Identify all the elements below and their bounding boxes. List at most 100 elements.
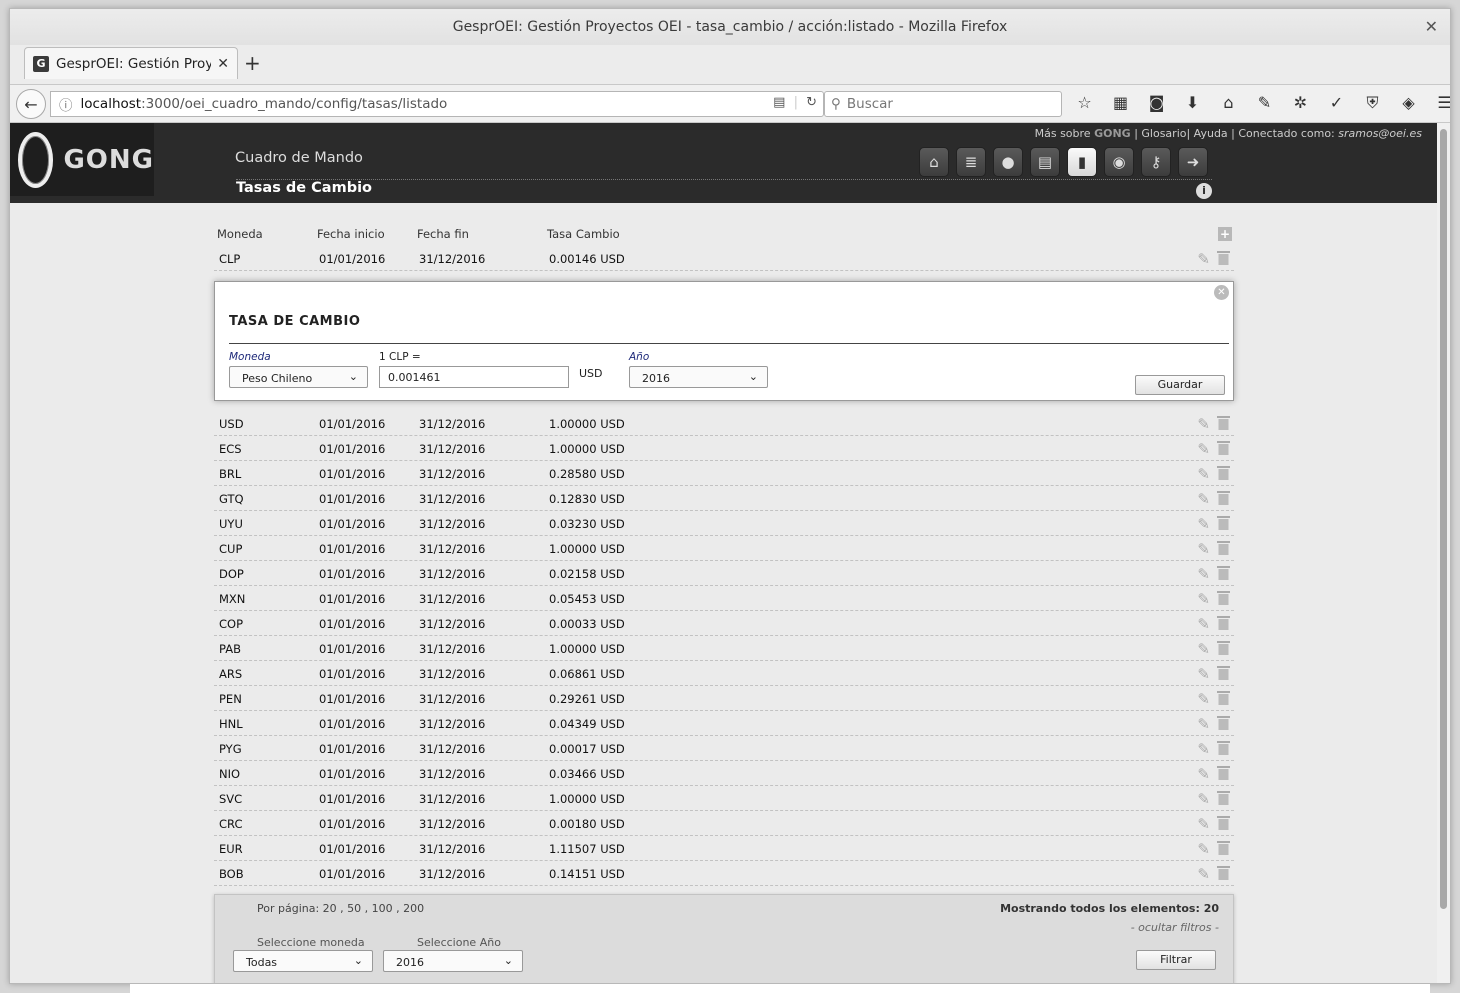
pencil-icon[interactable]: ✎ <box>1197 740 1210 758</box>
trash-icon[interactable] <box>1217 465 1230 480</box>
per-page-links[interactable]: Por página: 20 , 50 , 100 , 200 <box>257 902 424 915</box>
pencil-icon[interactable]: ✎ <box>1197 840 1210 858</box>
filter-button[interactable]: Filtrar <box>1136 950 1216 970</box>
link-glosario[interactable]: | Glosario <box>1134 127 1186 140</box>
pencil-icon[interactable]: ✎ <box>1197 615 1210 633</box>
close-icon[interactable]: ✕ <box>1214 285 1229 300</box>
home-icon[interactable]: ⌂ <box>919 147 949 177</box>
link-ayuda[interactable]: | Ayuda <box>1186 127 1227 140</box>
key-icon[interactable]: ⚷ <box>1141 147 1171 177</box>
pencil-icon[interactable]: ✎ <box>1197 640 1210 658</box>
pencil-icon[interactable]: ✎ <box>1197 790 1210 808</box>
trash-icon[interactable] <box>1217 540 1230 555</box>
filter-moneda-select[interactable]: Todas ⌄ <box>233 950 373 972</box>
user-email: sramos@oei.es <box>1338 127 1422 140</box>
table-row: USD 01/01/2016 31/12/2016 1.00000 USD ✎ <box>214 411 1234 436</box>
cell-fecha-inicio: 01/01/2016 <box>319 467 386 481</box>
pencil-icon[interactable]: ✎ <box>1197 250 1210 268</box>
header-fecha-fin[interactable]: Fecha fin <box>417 227 469 241</box>
tab-close-icon[interactable]: ✕ <box>217 56 229 72</box>
back-button[interactable]: ← <box>16 89 46 119</box>
cell-moneda: HNL <box>219 717 243 731</box>
moneda-select[interactable]: Peso Chileno ⌄ <box>229 366 368 388</box>
bookmark-star-icon[interactable]: ☆ <box>1072 93 1097 113</box>
cell-tasa: 0.06861 USD <box>549 667 625 681</box>
home-icon[interactable]: ⌂ <box>1216 93 1241 113</box>
rate-input[interactable]: 0.001461 <box>379 366 569 388</box>
trash-icon[interactable] <box>1217 790 1230 805</box>
pencil-icon[interactable]: ✎ <box>1197 815 1210 833</box>
shield-icon[interactable]: ⛨ <box>1360 93 1385 113</box>
users-icon[interactable]: ◉ <box>1104 147 1134 177</box>
trash-icon[interactable] <box>1217 815 1230 830</box>
page-scrollbar[interactable] <box>1437 123 1450 983</box>
cell-tasa: 1.00000 USD <box>549 417 625 431</box>
pocket-icon[interactable]: ◙ <box>1144 93 1169 113</box>
reader-view-icon[interactable]: ▤ <box>773 95 785 110</box>
trash-icon[interactable] <box>1217 690 1230 705</box>
pencil-icon[interactable]: ✎ <box>1197 565 1210 583</box>
chevron-down-icon[interactable]: ✓ <box>1324 93 1349 113</box>
trash-icon[interactable] <box>1217 715 1230 730</box>
filter-anio-select[interactable]: 2016 ⌄ <box>383 950 523 972</box>
pencil-icon[interactable]: ✎ <box>1197 515 1210 533</box>
chart-icon[interactable]: ▮ <box>1067 147 1097 177</box>
header-moneda[interactable]: Moneda <box>217 227 263 241</box>
header-fecha-inicio[interactable]: Fecha inicio <box>317 227 385 241</box>
browser-tab[interactable]: G GesprOEI: Gestión Proy ✕ <box>24 47 238 79</box>
trash-icon[interactable] <box>1217 665 1230 680</box>
ublock-icon[interactable]: ◈ <box>1396 93 1421 113</box>
bookmarks-list-icon[interactable]: ▦ <box>1108 93 1133 113</box>
trash-icon[interactable] <box>1217 640 1230 655</box>
window-title: GesprOEI: Gestión Proyectos OEI - tasa_c… <box>452 19 1008 35</box>
link-mas-sobre[interactable]: Más sobre <box>1035 127 1091 140</box>
user-icon[interactable]: ● <box>993 147 1023 177</box>
header-tasa-cambio[interactable]: Tasa Cambio <box>547 227 620 241</box>
pencil-icon[interactable]: ✎ <box>1197 465 1210 483</box>
trash-icon[interactable] <box>1217 765 1230 780</box>
new-tab-icon[interactable]: + <box>244 51 261 75</box>
pencil-icon[interactable]: ✎ <box>1197 540 1210 558</box>
url-bar[interactable]: ⓘ localhost:3000/oei_cuadro_mando/config… <box>50 91 824 117</box>
trash-icon[interactable] <box>1217 415 1230 430</box>
anio-select[interactable]: 2016 ⌄ <box>629 366 768 388</box>
scrollbar-thumb[interactable] <box>1440 129 1447 909</box>
trash-icon[interactable] <box>1217 590 1230 605</box>
pencil-icon[interactable]: ✎ <box>1197 715 1210 733</box>
database-icon[interactable]: ≣ <box>956 147 986 177</box>
download-icon[interactable]: ⬇ <box>1180 93 1205 113</box>
gong-mini-logo[interactable]: GONG <box>1094 127 1131 140</box>
pencil-icon[interactable]: ✎ <box>1197 590 1210 608</box>
table-row: ECS 01/01/2016 31/12/2016 1.00000 USD ✎ <box>214 436 1234 461</box>
pencil-icon[interactable]: ✎ <box>1197 765 1210 783</box>
trash-icon[interactable] <box>1217 740 1230 755</box>
trash-icon[interactable] <box>1217 490 1230 505</box>
menu-icon[interactable]: ☰ <box>1432 93 1450 113</box>
save-button[interactable]: Guardar <box>1135 375 1225 395</box>
gong-logo[interactable]: GONG <box>10 123 154 196</box>
add-icon[interactable]: + <box>1218 227 1232 241</box>
info-circle-icon[interactable]: ⓘ <box>59 94 73 114</box>
trash-icon[interactable] <box>1217 250 1230 265</box>
pencil-icon[interactable]: ✎ <box>1197 690 1210 708</box>
exit-icon[interactable]: ➜ <box>1178 147 1208 177</box>
info-icon[interactable]: i <box>1196 183 1212 199</box>
pencil-icon[interactable]: ✎ <box>1197 440 1210 458</box>
search-input[interactable]: ⚲ Buscar <box>824 91 1062 117</box>
eyedropper-icon[interactable]: ✎ <box>1252 93 1277 113</box>
trash-icon[interactable] <box>1217 565 1230 580</box>
layers-icon[interactable]: ▤ <box>1030 147 1060 177</box>
pencil-icon[interactable]: ✎ <box>1197 415 1210 433</box>
hide-filters-link[interactable]: - ocultar filtros - <box>1131 921 1219 934</box>
pencil-icon[interactable]: ✎ <box>1197 865 1210 883</box>
trash-icon[interactable] <box>1217 440 1230 455</box>
reload-icon[interactable]: ↻ <box>806 95 817 110</box>
trash-icon[interactable] <box>1217 840 1230 855</box>
trash-icon[interactable] <box>1217 515 1230 530</box>
window-close-icon[interactable]: ✕ <box>1425 9 1438 45</box>
pencil-icon[interactable]: ✎ <box>1197 665 1210 683</box>
trash-icon[interactable] <box>1217 615 1230 630</box>
trash-icon[interactable] <box>1217 865 1230 880</box>
extension-icon[interactable]: ✲ <box>1288 93 1313 113</box>
pencil-icon[interactable]: ✎ <box>1197 490 1210 508</box>
